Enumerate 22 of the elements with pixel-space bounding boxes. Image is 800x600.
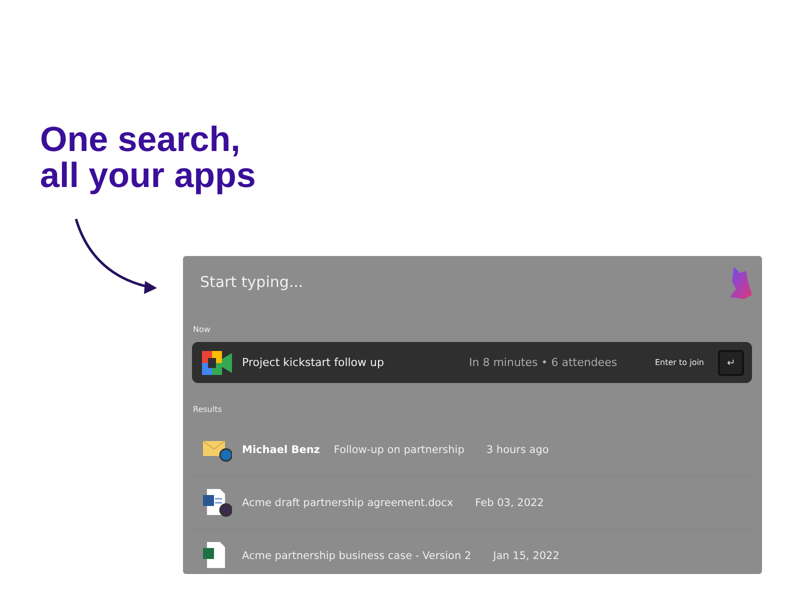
result-date: 3 hours ago [486,444,549,456]
search-field[interactable]: Start typing... [200,273,500,291]
envelope-icon [202,438,232,462]
section-label: Now [193,325,212,334]
result-title: Acme partnership business case - Version 2 [242,550,472,562]
sender-name: Michael Benz [242,444,320,456]
result-title: Acme draft partnership agreement.docx [242,497,454,509]
word-document-icon [202,489,232,517]
enter-key-button[interactable]: ↵ [718,350,744,376]
result-title: Follow-up on partnership [334,444,464,456]
meeting-details: In 8 minutes • 6 attendees [469,356,618,369]
headline: One search, all your apps [40,122,257,194]
result-row[interactable]: Acme partnership business case - Version 2 Jan 15, 2022 [192,530,752,574]
meeting-title: Project kickstart follow up [242,356,385,369]
result-row[interactable]: Acme draft partnership agreement.docx Feb 03, 2022 [192,477,752,530]
video-camera-icon [202,350,232,374]
meeting-row[interactable]: Project kickstart follow up In 8 minutes • 6 attendees Enter to join ↵ [192,342,752,383]
result-row[interactable]: Michael Benz Follow-up on partnership 3 hours ago [192,424,752,477]
result-date: Feb 03, 2022 [475,497,544,509]
join-hint: Enter to join [655,358,704,367]
result-date: Jan 15, 2022 [493,550,560,562]
section-label: Results [193,405,223,414]
